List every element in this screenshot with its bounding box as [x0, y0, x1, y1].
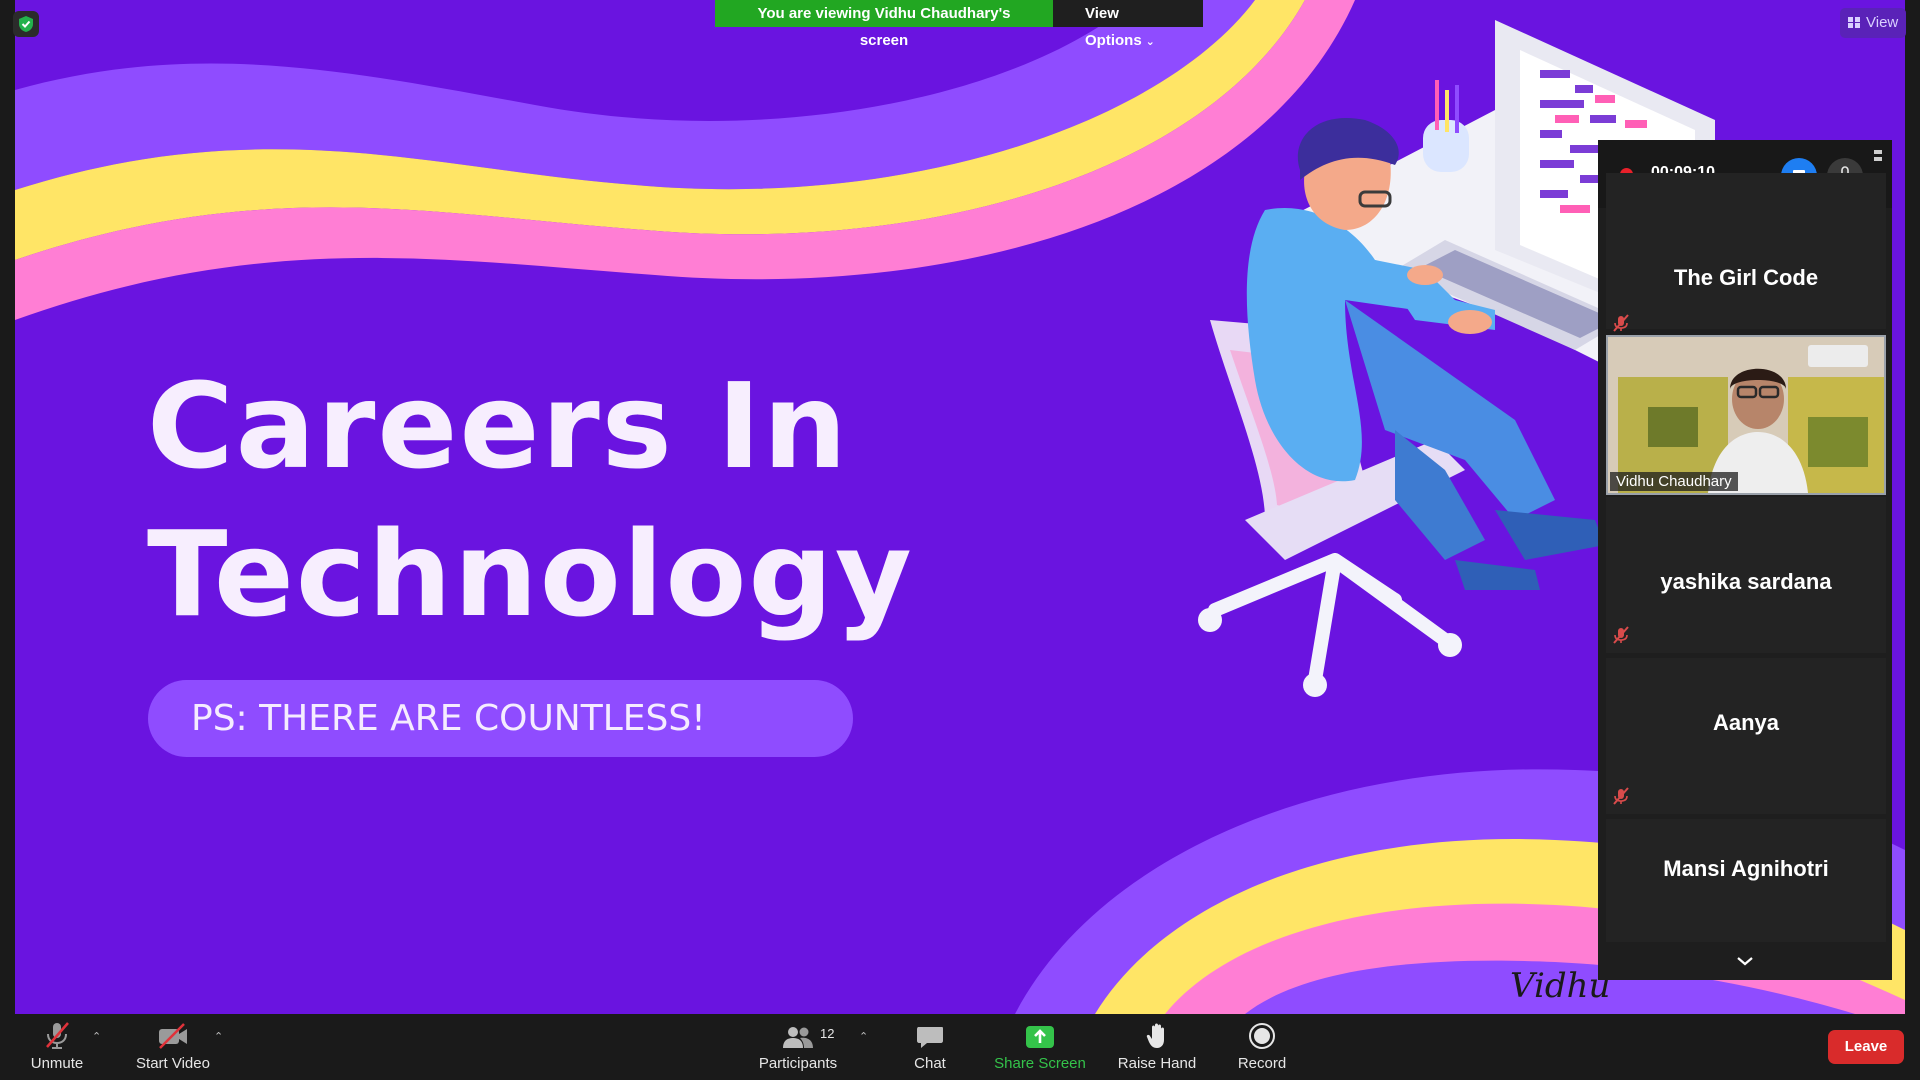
chat-button[interactable]: Chat: [902, 1014, 958, 1080]
participant-tile[interactable]: Mansi Agnihotri: [1606, 819, 1886, 942]
audio-options-caret-icon[interactable]: ⌃: [92, 1030, 101, 1043]
view-options-button[interactable]: View Options ⌄: [1053, 0, 1203, 49]
video-options-caret-icon[interactable]: ⌃: [214, 1030, 223, 1043]
view-options-label: View Options: [1085, 5, 1142, 49]
muted-mic-icon: [1613, 314, 1629, 332]
scroll-down-button[interactable]: [1598, 942, 1892, 980]
slide-title-line2: Technology: [147, 505, 914, 643]
participant-video-tile-active-speaker[interactable]: Vidhu Chaudhary: [1606, 335, 1886, 495]
participant-name: The Girl Code: [1673, 265, 1819, 290]
zoom-meeting-window: Careers In Technology PS: THERE ARE COUN…: [0, 0, 1920, 1080]
muted-mic-icon: [46, 1022, 69, 1049]
participants-icon: [783, 1027, 813, 1048]
participant-name: yashika sardana: [1660, 569, 1832, 594]
muted-mic-icon: [1613, 626, 1629, 644]
participant-name: Vidhu Chaudhary: [1610, 472, 1738, 491]
view-layout-label: View: [1866, 14, 1899, 31]
video-off-icon: [159, 1023, 187, 1049]
record-button[interactable]: Record: [1230, 1014, 1294, 1080]
viewing-screen-label: You are viewing Vidhu Chaudhary's screen: [715, 0, 1053, 49]
slide-title: Careers In Technology: [147, 352, 914, 648]
slide-subtitle-pill: PS: THERE ARE COUNTLESS!: [148, 680, 853, 757]
chevron-down-icon: ⌄: [1145, 36, 1155, 48]
chat-icon: [917, 1027, 943, 1048]
participants-count-badge: 12: [820, 1026, 835, 1041]
grid-view-icon: [1848, 17, 1860, 28]
encryption-shield-icon[interactable]: [13, 11, 39, 37]
participant-tile[interactable]: Aanya: [1606, 658, 1886, 814]
record-icon: [1249, 1023, 1275, 1049]
chat-label: Chat: [914, 1055, 946, 1072]
participants-label: Participants: [758, 1055, 838, 1072]
unmute-label: Unmute: [30, 1055, 84, 1072]
participant-video-feed: [1608, 337, 1884, 493]
screen-share-banner: You are viewing Vidhu Chaudhary's screen…: [715, 0, 1203, 49]
start-video-button[interactable]: Start Video: [130, 1014, 216, 1080]
start-video-label: Start Video: [136, 1055, 210, 1072]
raise-hand-icon: [1146, 1023, 1164, 1048]
chevron-down-icon: [1737, 957, 1753, 966]
unmute-button[interactable]: Unmute: [20, 1014, 94, 1080]
record-label: Record: [1237, 1055, 1287, 1072]
raise-hand-label: Raise Hand: [1117, 1055, 1197, 1072]
share-screen-icon: [1026, 1026, 1054, 1048]
slide-signature: Vidhu: [1510, 966, 1611, 1006]
leave-meeting-button[interactable]: Leave: [1828, 1030, 1904, 1064]
panel-menu-handle-icon[interactable]: [1874, 150, 1882, 166]
view-layout-button[interactable]: View: [1840, 8, 1906, 38]
raise-hand-button[interactable]: Raise Hand: [1113, 1014, 1201, 1080]
participant-name: Mansi Agnihotri: [1663, 856, 1829, 881]
participant-video-panel: 00:09:10 The Girl Code: [1598, 140, 1892, 980]
slide-title-line1: Careers In: [147, 357, 849, 495]
participants-options-caret-icon[interactable]: ⌃: [859, 1030, 868, 1043]
participant-name: Aanya: [1712, 710, 1780, 735]
participants-button[interactable]: 12 Participants: [752, 1014, 844, 1080]
participant-tile[interactable]: yashika sardana: [1606, 497, 1886, 653]
participant-tile[interactable]: The Girl Code: [1606, 173, 1886, 332]
share-screen-label: Share Screen: [994, 1055, 1086, 1072]
meeting-toolbar: Unmute ⌃ Start Video ⌃ 12 Participants ⌃…: [0, 1014, 1920, 1080]
share-screen-button[interactable]: Share Screen: [990, 1014, 1090, 1080]
muted-mic-icon: [1613, 787, 1629, 805]
